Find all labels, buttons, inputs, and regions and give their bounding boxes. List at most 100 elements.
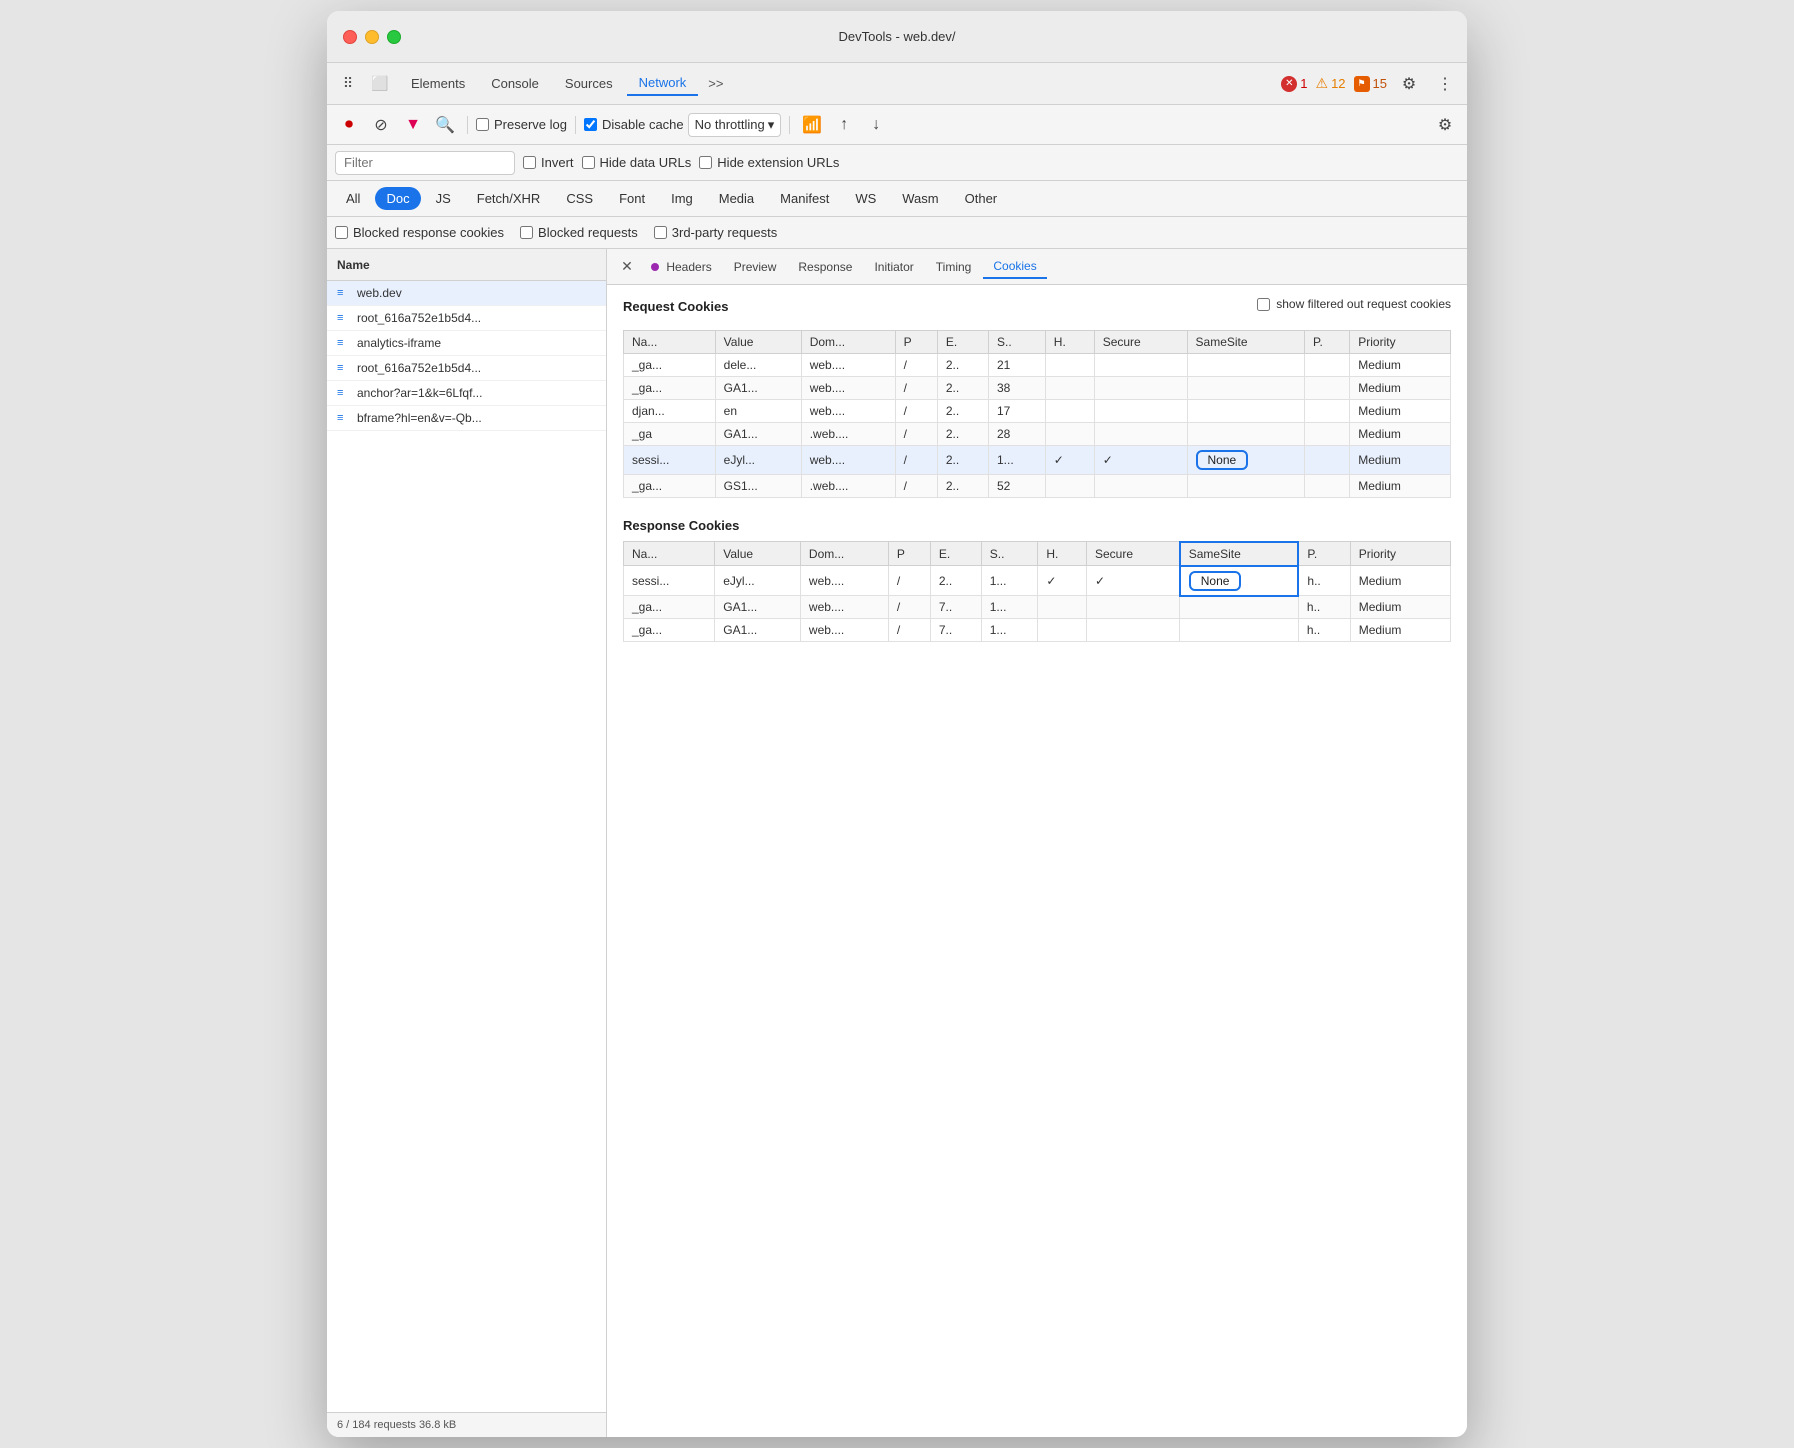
network-settings-icon[interactable]: ⚙: [1431, 111, 1459, 139]
close-panel-button[interactable]: ✕: [615, 255, 639, 279]
cell-value: GA1...: [715, 596, 801, 619]
cell-size: 1...: [981, 566, 1038, 596]
toggle-icon[interactable]: ⬜: [367, 71, 393, 97]
tab-network[interactable]: Network: [627, 71, 699, 96]
cell-httponly: [1045, 399, 1094, 422]
type-css[interactable]: CSS: [555, 187, 604, 210]
col-size: S..: [988, 330, 1045, 353]
search-button[interactable]: 🔍: [431, 111, 459, 139]
settings-gear-icon[interactable]: ⚙: [1395, 70, 1423, 98]
table-row[interactable]: sessi... eJyl... web.... / 2.. 1... ✓ ✓ …: [624, 566, 1451, 596]
blocked-cookies-checkbox[interactable]: [335, 226, 348, 239]
type-js[interactable]: JS: [425, 187, 462, 210]
table-row[interactable]: _ga... dele... web.... / 2.. 21 Medium: [624, 353, 1451, 376]
tab-console[interactable]: Console: [479, 72, 551, 95]
toolbar-right: ⚙: [1431, 111, 1459, 139]
disable-cache-label[interactable]: Disable cache: [584, 117, 684, 132]
maximize-button[interactable]: [387, 30, 401, 44]
detail-tab-timing[interactable]: Timing: [926, 256, 982, 278]
table-row[interactable]: sessi... eJyl... web.... / 2.. 1... ✓ ✓ …: [624, 445, 1451, 474]
detail-tab-cookies[interactable]: Cookies: [983, 255, 1046, 279]
preserve-log-checkbox[interactable]: [476, 118, 489, 131]
cell-path: /: [895, 399, 937, 422]
info-count: 15: [1373, 76, 1387, 91]
sidebar-item-2[interactable]: ≡ analytics-iframe: [327, 331, 606, 356]
window-title: DevTools - web.dev/: [838, 29, 955, 44]
type-manifest[interactable]: Manifest: [769, 187, 840, 210]
table-row[interactable]: _ga... GA1... web.... / 2.. 38 Medium: [624, 376, 1451, 399]
upload-icon[interactable]: ↑: [830, 111, 858, 139]
hide-data-urls-label[interactable]: Hide data URLs: [582, 155, 692, 170]
hide-ext-urls-checkbox[interactable]: [699, 156, 712, 169]
type-media[interactable]: Media: [708, 187, 765, 210]
type-font[interactable]: Font: [608, 187, 656, 210]
cell-domain: web....: [800, 619, 888, 642]
clear-button[interactable]: ⊘: [367, 111, 395, 139]
cell-samesite: None: [1187, 445, 1305, 474]
purple-dot-icon: [651, 263, 659, 271]
blocked-cookies-label[interactable]: Blocked response cookies: [335, 225, 504, 240]
third-party-checkbox[interactable]: [654, 226, 667, 239]
type-wasm[interactable]: Wasm: [891, 187, 949, 210]
table-row[interactable]: djan... en web.... / 2.. 17 Medium: [624, 399, 1451, 422]
blocked-requests-checkbox[interactable]: [520, 226, 533, 239]
cell-value: GS1...: [715, 474, 801, 497]
type-other[interactable]: Other: [954, 187, 1009, 210]
hide-ext-urls-label[interactable]: Hide extension URLs: [699, 155, 839, 170]
table-row[interactable]: _ga GA1... .web.... / 2.. 28 Medium: [624, 422, 1451, 445]
throttle-select[interactable]: No throttling ▾: [688, 113, 782, 137]
tab-more[interactable]: >>: [700, 72, 731, 95]
detail-tab-initiator[interactable]: Initiator: [864, 256, 923, 278]
sidebar-item-3[interactable]: ≡ root_616a752e1b5d4...: [327, 356, 606, 381]
preserve-log-label[interactable]: Preserve log: [476, 117, 567, 132]
sidebar-item-name-3: root_616a752e1b5d4...: [357, 361, 481, 375]
filter-button[interactable]: ▼: [399, 111, 427, 139]
table-row[interactable]: _ga... GS1... .web.... / 2.. 52 Medium: [624, 474, 1451, 497]
more-options-icon[interactable]: ⋮: [1431, 70, 1459, 98]
show-filtered-checkbox[interactable]: [1257, 298, 1270, 311]
blocked-requests-label[interactable]: Blocked requests: [520, 225, 638, 240]
disable-cache-text: Disable cache: [602, 117, 684, 132]
error-count: 1: [1300, 76, 1307, 91]
invert-checkbox[interactable]: [523, 156, 536, 169]
col-expires: E.: [930, 542, 981, 566]
cell-domain: web....: [801, 376, 895, 399]
show-filtered-label[interactable]: show filtered out request cookies: [1257, 297, 1451, 311]
col-samesite: SameSite: [1187, 330, 1305, 353]
cell-expires: 2..: [937, 353, 988, 376]
minimize-button[interactable]: [365, 30, 379, 44]
detail-tab-preview[interactable]: Preview: [724, 256, 787, 278]
type-fetch-xhr[interactable]: Fetch/XHR: [466, 187, 552, 210]
preserve-log-text: Preserve log: [494, 117, 567, 132]
cell-domain: .web....: [801, 474, 895, 497]
download-icon[interactable]: ↓: [862, 111, 890, 139]
sidebar-item-4[interactable]: ≡ anchor?ar=1&k=6Lfqf...: [327, 381, 606, 406]
tab-elements[interactable]: Elements: [399, 72, 477, 95]
col-name: Na...: [624, 330, 716, 353]
invert-label[interactable]: Invert: [523, 155, 574, 170]
close-button[interactable]: [343, 30, 357, 44]
type-all[interactable]: All: [335, 187, 371, 210]
sidebar-item-1[interactable]: ≡ root_616a752e1b5d4...: [327, 306, 606, 331]
detail-tab-headers[interactable]: Headers: [641, 256, 722, 278]
detail-content: Request Cookies show filtered out reques…: [607, 285, 1467, 1437]
hide-data-urls-checkbox[interactable]: [582, 156, 595, 169]
record-button[interactable]: ⏺: [335, 111, 363, 139]
filter-bar: Invert Hide data URLs Hide extension URL…: [327, 145, 1467, 181]
type-doc[interactable]: Doc: [375, 187, 420, 210]
third-party-label[interactable]: 3rd-party requests: [654, 225, 778, 240]
sidebar-item-0[interactable]: ≡ web.dev: [327, 281, 606, 306]
table-row[interactable]: _ga... GA1... web.... / 7.. 1... h.. Med…: [624, 596, 1451, 619]
type-img[interactable]: Img: [660, 187, 704, 210]
detail-tab-response[interactable]: Response: [788, 256, 862, 278]
wifi-icon[interactable]: 📶: [798, 111, 826, 139]
doc-icon-4: ≡: [337, 387, 351, 399]
sidebar-item-5[interactable]: ≡ bframe?hl=en&v=-Qb...: [327, 406, 606, 431]
tab-sources[interactable]: Sources: [553, 72, 625, 95]
sidebar: Name ≡ web.dev ≡ root_616a752e1b5d4... ≡…: [327, 249, 607, 1437]
table-row[interactable]: _ga... GA1... web.... / 7.. 1... h.. Med…: [624, 619, 1451, 642]
disable-cache-checkbox[interactable]: [584, 118, 597, 131]
cell-size: 21: [988, 353, 1045, 376]
type-ws[interactable]: WS: [844, 187, 887, 210]
filter-input[interactable]: [335, 151, 515, 175]
